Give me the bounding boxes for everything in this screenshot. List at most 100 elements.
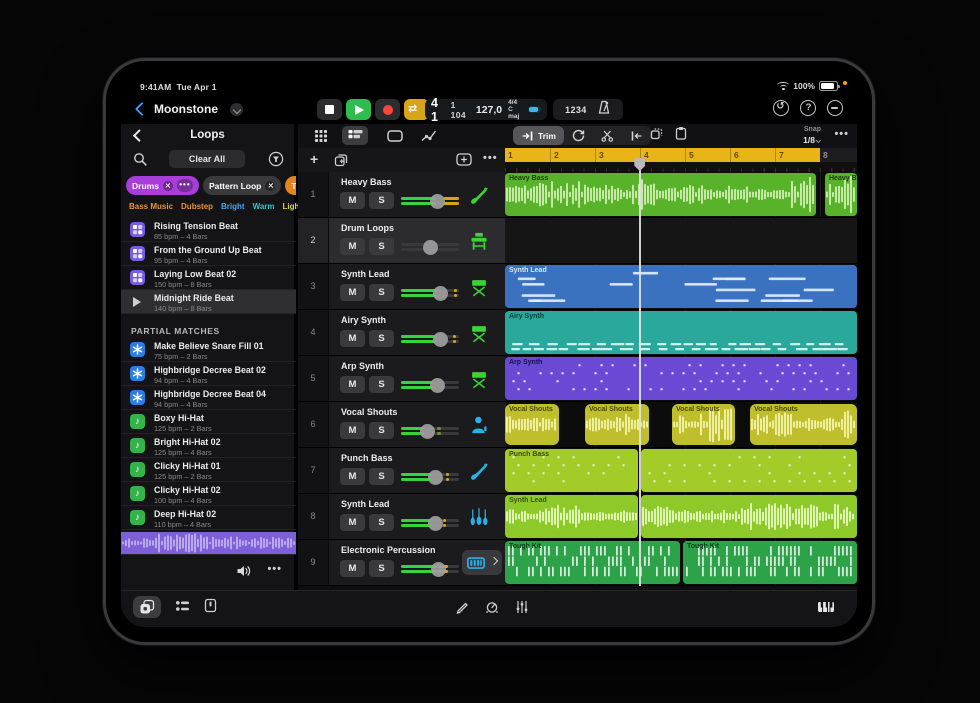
track-lane[interactable]: Synth Lead [505, 264, 857, 309]
mute-button[interactable]: M [340, 284, 365, 301]
midi-region[interactable]: Arp Synth [505, 357, 857, 400]
automation-icon[interactable] [416, 126, 442, 145]
track-row-selected[interactable]: 2 Drum Loops M S [298, 218, 857, 264]
track-row[interactable]: 7 Punch Bass M S Punch Bass [298, 448, 857, 494]
tracks-view-icon[interactable] [342, 126, 368, 145]
track-row[interactable]: 3 Synth Lead M S Synth Lead [298, 264, 857, 310]
cycle-range[interactable]: 1234567 [505, 148, 820, 162]
solo-button[interactable]: S [369, 468, 394, 485]
track-header[interactable]: Electronic Percussion M S [328, 540, 505, 585]
mute-button[interactable]: M [340, 330, 365, 347]
record-button[interactable] [375, 99, 400, 120]
solo-button[interactable]: S [369, 514, 394, 531]
volume-slider[interactable] [401, 240, 459, 254]
audio-region[interactable]: Synth Lead [505, 495, 638, 538]
list-item[interactable]: Highbridge Decree Beat 0494 bpm – 4 Bars [121, 386, 296, 410]
tag-bright[interactable]: Bright [221, 202, 245, 211]
solo-button[interactable]: S [369, 284, 394, 301]
volume-slider[interactable] [401, 378, 459, 392]
mixer-faders-icon[interactable] [515, 600, 529, 619]
trim-tool-button[interactable]: Trim [513, 126, 564, 145]
volume-slider[interactable] [401, 470, 459, 484]
track-row[interactable]: 5 Arp Synth M S Arp Synth [298, 356, 857, 402]
live-loops-grid-icon[interactable] [308, 126, 334, 145]
more-icon[interactable] [834, 128, 849, 140]
audio-region[interactable]: Vocal Shouts [750, 404, 857, 445]
audio-region[interactable]: Vocal Shouts [505, 404, 559, 445]
chip-pattern-loop[interactable]: Pattern Loop [203, 176, 281, 195]
track-lane[interactable]: Vocal Shouts Vocal Shouts Vocal Shouts [505, 402, 857, 447]
piano-keyboard-icon[interactable] [817, 601, 835, 618]
project-menu-chevron-icon[interactable] [230, 103, 243, 116]
bar-ruler[interactable]: 1234567 8 [505, 148, 857, 172]
list-item[interactable]: ♪ Clicky Hi-Hat 01125 bpm – 2 Bars [121, 458, 296, 482]
track-row[interactable]: 6 Vocal Shouts M S Vocal Shouts [298, 402, 857, 448]
mute-button[interactable]: M [340, 560, 365, 577]
minimize-icon[interactable] [827, 100, 843, 116]
solo-button[interactable]: S [369, 330, 394, 347]
search-icon[interactable] [133, 152, 147, 171]
pattern-region[interactable]: Tough Kit [505, 541, 680, 584]
track-header[interactable]: Drum Loops M S [328, 218, 505, 263]
track-lane[interactable] [505, 218, 857, 263]
inspector-icon[interactable] [204, 598, 217, 618]
snap-setting[interactable]: Snap 1/8 [803, 125, 821, 145]
add-track-icon[interactable]: + [310, 151, 318, 168]
pencil-icon[interactable] [455, 600, 469, 619]
audio-region[interactable]: Heavy Bass [825, 173, 857, 216]
solo-button[interactable]: S [369, 192, 394, 209]
project-title[interactable]: Moonstone [154, 102, 218, 116]
track-header[interactable]: Heavy Bass M S [328, 172, 505, 217]
track-header[interactable]: Synth Lead M S [328, 494, 505, 539]
track-lane[interactable]: Synth Lead [505, 494, 857, 539]
preview-play-icon[interactable] [133, 297, 141, 307]
controls-dial-icon[interactable] [485, 600, 499, 619]
midi-region[interactable] [641, 449, 857, 492]
volume-slider[interactable] [401, 286, 459, 300]
list-item[interactable]: Highbridge Decree Beat 0294 bpm – 4 Bars [121, 362, 296, 386]
track-row[interactable]: 4 Airy Synth M S Airy Synth [298, 310, 857, 356]
tag-warm[interactable]: Warm [253, 202, 275, 211]
loop-preview-waveform[interactable] [121, 532, 296, 554]
insert-region-icon[interactable] [456, 153, 472, 171]
pattern-region[interactable]: Tough Kit [683, 541, 857, 584]
solo-button[interactable]: S [369, 238, 394, 255]
list-item[interactable]: Make Believe Snare Fill 0175 bpm – 2 Bar… [121, 338, 296, 362]
loop-tool-button[interactable] [564, 126, 593, 145]
volume-icon[interactable] [236, 564, 252, 583]
track-header[interactable]: Synth Lead M S [328, 264, 505, 309]
track-header[interactable]: Arp Synth M S [328, 356, 505, 401]
count-in-button[interactable]: 1234 [565, 105, 587, 115]
more-icon[interactable] [483, 152, 498, 164]
paste-icon[interactable] [675, 126, 687, 145]
chip-drums[interactable]: Drums [126, 176, 199, 195]
audio-region[interactable] [641, 495, 857, 538]
remove-chip-icon[interactable] [163, 181, 173, 191]
more-icon[interactable] [267, 563, 282, 575]
track-stack-button[interactable] [462, 550, 502, 575]
chip-trap[interactable]: Trap [285, 176, 296, 195]
volume-slider[interactable] [401, 562, 459, 576]
volume-slider[interactable] [401, 194, 459, 208]
join-tool-button[interactable] [622, 126, 651, 145]
list-item[interactable]: ♪ Deep Hi-Hat 02110 bpm – 4 Bars [121, 506, 296, 530]
track-lane[interactable]: Heavy Bass Heavy Bass [505, 172, 857, 217]
list-item[interactable]: ♪ Bright Hi-Hat 02125 bpm – 4 Bars [121, 434, 296, 458]
metronome-icon[interactable] [597, 100, 611, 120]
stop-button[interactable] [317, 99, 342, 120]
tag-bass-music[interactable]: Bass Music [129, 202, 173, 211]
list-item[interactable]: Rising Tension Beat85 bpm – 4 Bars [121, 218, 296, 242]
mute-button[interactable]: M [340, 514, 365, 531]
mute-button[interactable]: M [340, 376, 365, 393]
loop-browser-tab[interactable] [133, 596, 161, 618]
track-lane[interactable]: Tough Kit Tough Kit [505, 540, 857, 585]
playhead[interactable] [639, 158, 641, 586]
copy-icon[interactable] [650, 127, 663, 145]
lcd-display[interactable]: 4 1 1 104 127,0 4/4 C maj [425, 99, 547, 120]
list-item[interactable]: ♪ Boxy Hi-Hat125 bpm – 2 Bars [121, 410, 296, 434]
track-row[interactable]: 9 Electronic Percussion M S [298, 540, 857, 586]
editors-icon[interactable] [175, 599, 190, 618]
solo-button[interactable]: S [369, 376, 394, 393]
track-lane[interactable]: Punch Bass [505, 448, 857, 493]
list-item-selected[interactable]: Midnight Ride Beat140 bpm – 8 Bars [121, 290, 296, 314]
